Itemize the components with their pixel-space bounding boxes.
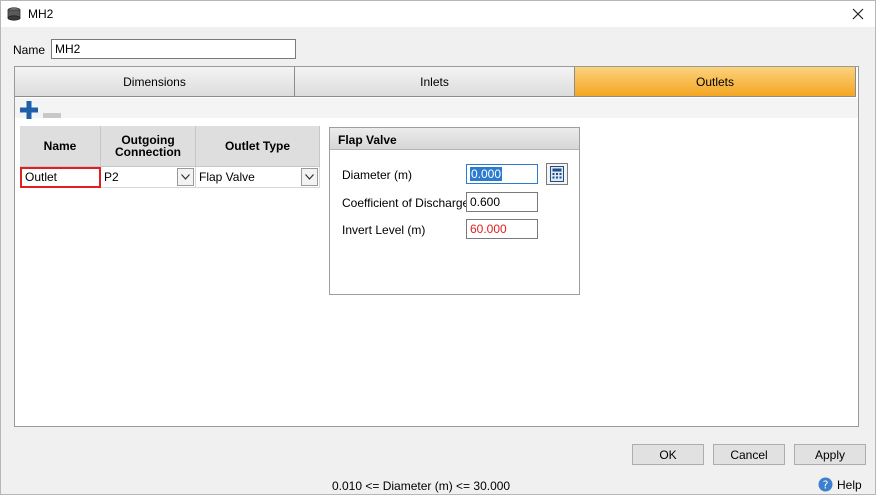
tab-dimensions[interactable]: Dimensions [15,67,295,97]
tab-label: Dimensions [123,74,186,89]
calculator-button[interactable] [546,163,568,185]
cancel-button[interactable]: Cancel [713,444,785,465]
title-bar: MH2 [1,1,875,27]
diameter-label: Diameter (m) [342,168,413,182]
flap-valve-title: Flap Valve [330,128,579,150]
invert-level-input[interactable] [466,219,538,239]
svg-text:?: ? [823,479,829,492]
tab-label: Outlets [695,74,734,89]
invert-level-label: Invert Level (m) [342,223,426,237]
outlet-type-value: Flap Valve [199,170,255,184]
tab-label: Inlets [420,74,449,89]
manhole-icon [6,6,22,22]
add-outlet-button[interactable] [20,101,38,119]
column-header-type[interactable]: Outlet Type [196,126,320,167]
connection-value: P2 [104,170,119,184]
remove-outlet-button[interactable] [43,107,61,118]
column-header-connection[interactable]: Outgoing Connection [101,126,196,167]
name-label: Name [13,43,46,57]
connection-combo[interactable]: P2 [101,167,196,188]
diameter-input[interactable]: 0.000 [466,164,538,184]
help-icon: ? [818,477,833,492]
outlet-type-combo[interactable]: Flap Valve [196,167,320,188]
tab-outlets[interactable]: Outlets [575,67,856,97]
connection-dropdown-button[interactable] [177,168,194,186]
close-button[interactable] [841,1,875,27]
flap-valve-panel: Flap Valve Diameter (m) 0.000 Coefficien… [329,127,580,295]
dialog-window: MH2 Name Dimensions Inlets Outlets [0,0,876,495]
grid-toolbar [15,98,858,119]
status-message: 0.010 <= Diameter (m) <= 30.000 [332,479,511,493]
minus-icon [43,113,61,118]
plus-icon [20,101,38,119]
name-input[interactable] [51,39,296,59]
column-header-name[interactable]: Name [20,126,101,167]
diameter-value: 0.000 [470,167,503,181]
coefficient-input[interactable] [466,192,538,212]
calculator-icon [550,166,564,182]
coefficient-label: Coefficient of Discharge [342,196,470,210]
close-icon [852,8,864,20]
tab-inlets[interactable]: Inlets [295,67,575,97]
outlet-type-dropdown-button[interactable] [301,168,318,186]
apply-button[interactable]: Apply [794,444,866,465]
ok-button[interactable]: OK [632,444,704,465]
help-label: Help [837,477,862,492]
tab-panel: Dimensions Inlets Outlets Name Outgoing … [14,66,859,427]
chevron-down-icon [181,174,190,180]
chevron-down-icon [305,174,314,180]
window-title: MH2 [28,7,54,21]
help-link[interactable]: ? Help [818,477,862,492]
outlet-name-cell[interactable]: Outlet [20,167,101,188]
